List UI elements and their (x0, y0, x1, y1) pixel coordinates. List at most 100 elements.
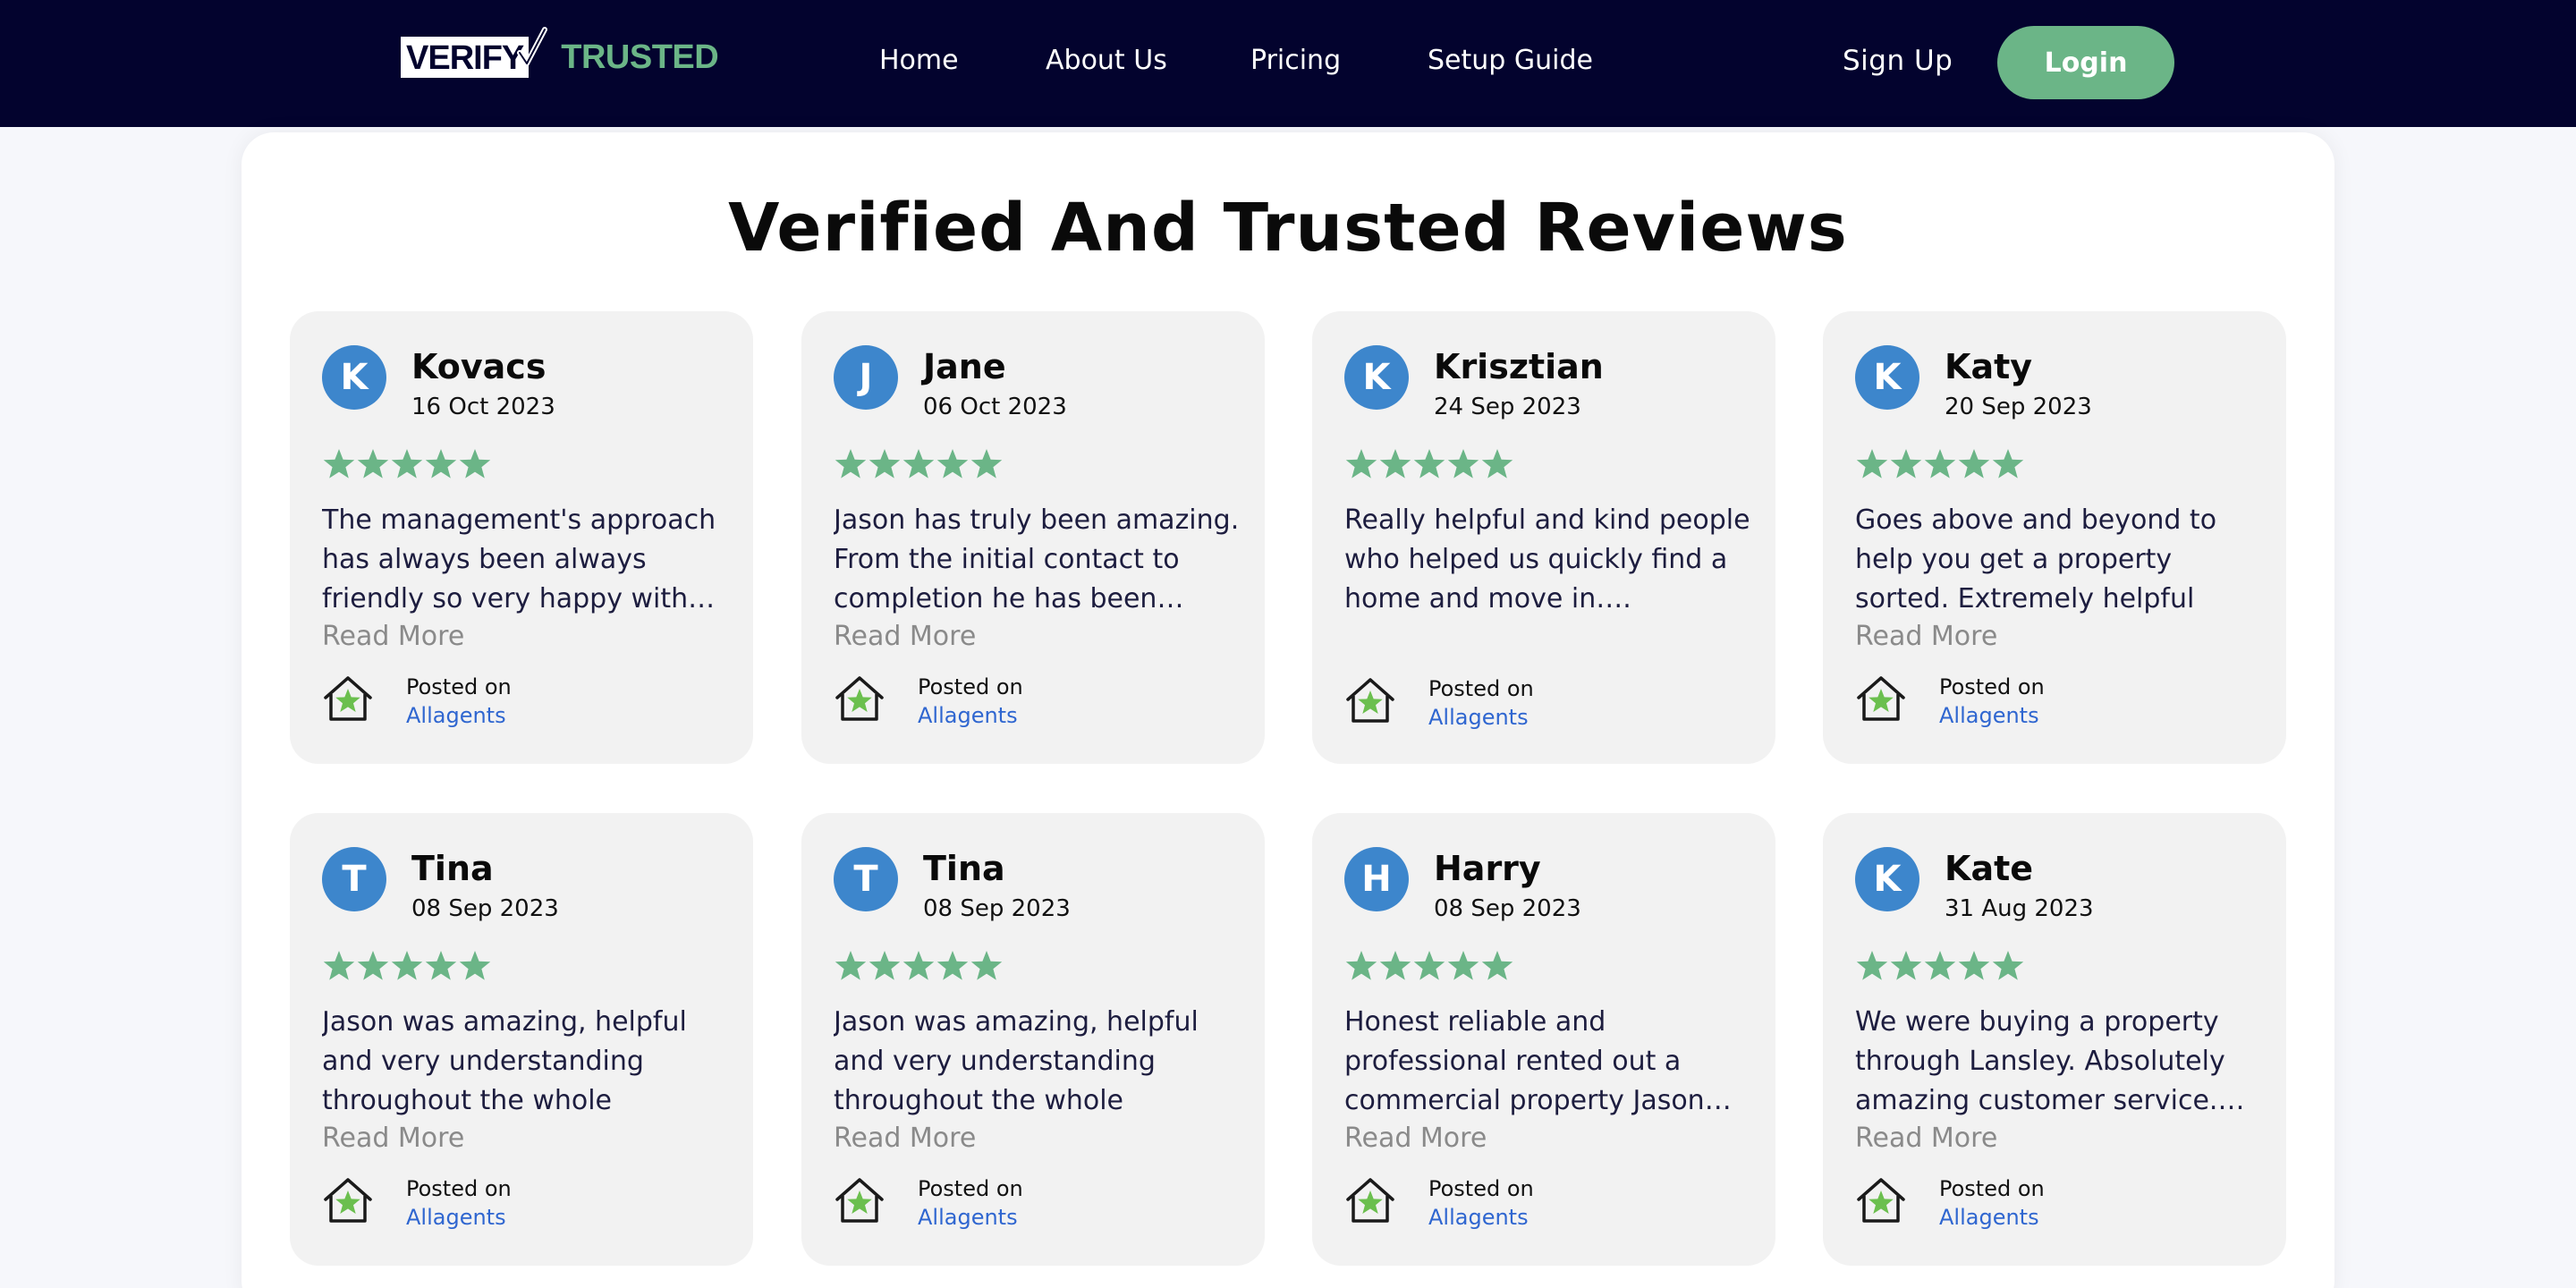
signup-link[interactable]: Sign Up (1843, 41, 1953, 80)
review-card[interactable]: T Tina 08 Sep 2023 Jason was amazing, he… (801, 813, 1265, 1266)
review-card[interactable]: T Tina 08 Sep 2023 Jason was amazing, he… (290, 813, 753, 1266)
posted-on-label: Posted on (1428, 1176, 1534, 1201)
nav-link-pricing[interactable]: Pricing (1250, 41, 1341, 80)
posted-on-label: Posted on (1428, 676, 1534, 701)
review-card[interactable]: K Krisztian 24 Sep 2023 Really helpful a… (1312, 311, 1775, 764)
star-icon (902, 951, 935, 980)
star-icon (1379, 449, 1411, 479)
review-date: 08 Sep 2023 (923, 895, 1071, 922)
posted-on-label: Posted on (1939, 674, 2045, 699)
star-icon (1481, 449, 1513, 479)
review-date: 31 Aug 2023 (1945, 895, 2094, 922)
avatar: K (1344, 345, 1409, 410)
reviewer-name: Katy (1945, 347, 2033, 386)
platform-link[interactable]: Allagents (918, 1203, 1018, 1232)
star-icon (1379, 951, 1411, 980)
star-icon (1958, 951, 1990, 980)
platform-link[interactable]: Allagents (1939, 701, 2039, 730)
posted-on-label: Posted on (918, 1176, 1023, 1201)
logo-trusted-text: TRUSTED (561, 38, 719, 76)
avatar: K (1855, 345, 1919, 410)
house-star-icon (324, 1178, 372, 1223)
star-icon (391, 951, 423, 980)
star-icon (1890, 449, 1922, 479)
house-star-icon (1857, 1178, 1905, 1223)
star-icon (869, 449, 901, 479)
read-more-link[interactable]: Read More (322, 617, 464, 657)
house-star-icon (1857, 676, 1905, 721)
platform-link[interactable]: Allagents (918, 701, 1018, 730)
review-text: Honest reliable and professional rented … (1344, 1006, 1732, 1116)
star-icon (902, 449, 935, 479)
read-more-link[interactable]: Read More (834, 1119, 976, 1158)
avatar: J (834, 345, 898, 410)
review-date: 20 Sep 2023 (1945, 394, 2092, 420)
login-button[interactable]: Login (1997, 26, 2174, 99)
avatar: K (1855, 847, 1919, 911)
review-card[interactable]: K Kate 31 Aug 2023 We were buying a prop… (1823, 813, 2286, 1266)
star-rating (322, 949, 492, 985)
star-icon (970, 951, 1003, 980)
star-icon (835, 449, 867, 479)
star-icon (1992, 951, 2024, 980)
reviewer-name: Kate (1945, 849, 2034, 888)
read-more-link[interactable]: Read More (322, 1119, 464, 1158)
star-rating (1855, 949, 2025, 985)
logo-verify-text: VERIFY (401, 37, 530, 78)
star-icon (1413, 449, 1445, 479)
star-icon (835, 951, 867, 980)
read-more-link[interactable]: Read More (834, 617, 976, 657)
nav-link-setup-guide[interactable]: Setup Guide (1428, 41, 1593, 80)
star-icon (1345, 449, 1377, 479)
star-icon (425, 951, 457, 980)
star-icon (425, 449, 457, 479)
star-icon (1345, 951, 1377, 980)
star-icon (391, 449, 423, 479)
platform-link[interactable]: Allagents (1939, 1203, 2039, 1232)
review-card[interactable]: J Jane 06 Oct 2023 Jason has truly been … (801, 311, 1265, 764)
star-icon (323, 951, 355, 980)
star-rating (1344, 949, 1514, 985)
star-icon (1924, 951, 1956, 980)
star-rating (1855, 447, 2025, 483)
star-icon (1856, 449, 1888, 479)
review-card[interactable]: K Katy 20 Sep 2023 Goes above and beyond… (1823, 311, 2286, 764)
platform-link[interactable]: Allagents (406, 1203, 506, 1232)
reviewer-name: Jane (923, 347, 1006, 386)
site-logo[interactable]: VERIFY TRUSTED (401, 27, 719, 80)
star-rating (834, 447, 1004, 483)
reviewer-name: Kovacs (411, 347, 547, 386)
read-more-link[interactable]: Read More (1344, 1119, 1487, 1158)
review-date: 24 Sep 2023 (1434, 394, 1581, 420)
posted-on-label: Posted on (1939, 1176, 2045, 1201)
platform-link[interactable]: Allagents (1428, 703, 1529, 732)
top-navbar: VERIFY TRUSTED Home About Us Pricing Set… (0, 0, 2576, 127)
star-icon (970, 449, 1003, 479)
star-icon (1992, 449, 2024, 479)
avatar: T (322, 847, 386, 911)
avatar: K (322, 345, 386, 410)
avatar: T (834, 847, 898, 911)
star-icon (936, 449, 969, 479)
star-icon (357, 449, 389, 479)
house-star-icon (1346, 678, 1394, 723)
review-card[interactable]: K Kovacs 16 Oct 2023 The management's ap… (290, 311, 753, 764)
nav-link-about-us[interactable]: About Us (1046, 41, 1167, 80)
posted-on-label: Posted on (406, 674, 512, 699)
review-card[interactable]: H Harry 08 Sep 2023 Honest reliable and … (1312, 813, 1775, 1266)
avatar: H (1344, 847, 1409, 911)
star-icon (936, 951, 969, 980)
nav-link-home[interactable]: Home (879, 41, 959, 80)
read-more-link[interactable]: Read More (1855, 617, 1997, 657)
platform-link[interactable]: Allagents (406, 701, 506, 730)
platform-link[interactable]: Allagents (1428, 1203, 1529, 1232)
star-icon (323, 449, 355, 479)
star-icon (357, 951, 389, 980)
review-text: Goes above and beyond to help you get a … (1855, 504, 2217, 614)
posted-on-label: Posted on (406, 1176, 512, 1201)
star-icon (1958, 449, 1990, 479)
review-date: 16 Oct 2023 (411, 394, 555, 420)
read-more-link[interactable]: Read More (1855, 1119, 1997, 1158)
review-text: Jason was amazing, helpful and very unde… (834, 1006, 1199, 1116)
house-star-icon (835, 1178, 884, 1223)
